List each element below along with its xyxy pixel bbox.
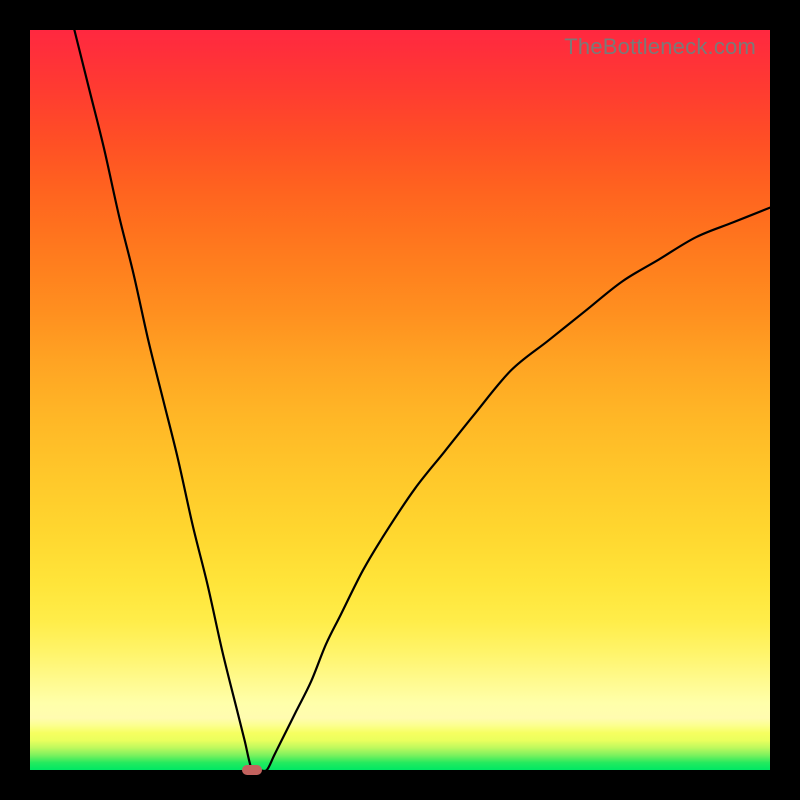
optimal-point-marker	[242, 765, 262, 775]
curve-svg	[30, 30, 770, 770]
bottleneck-curve	[74, 30, 770, 772]
plot-area: TheBottleneck.com	[30, 30, 770, 770]
chart-frame: TheBottleneck.com	[0, 0, 800, 800]
